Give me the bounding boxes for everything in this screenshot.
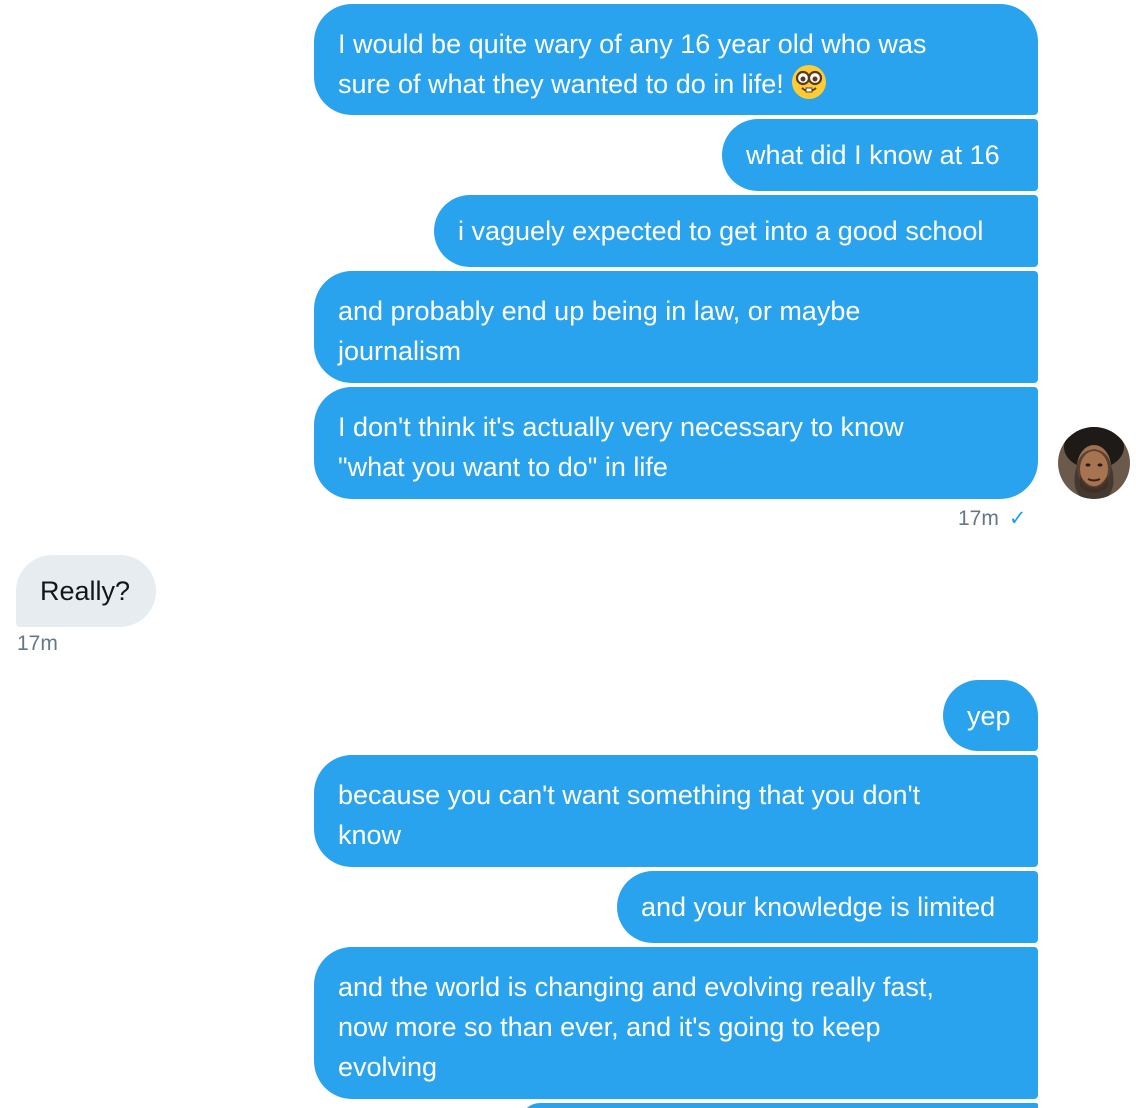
- message-text: what did I know at 16: [746, 140, 1000, 170]
- message-bubble-partial[interactable]: [520, 1103, 1038, 1108]
- message-text: and your knowledge is limited: [641, 892, 996, 922]
- message-bubble[interactable]: and your knowledge is limited: [617, 871, 1038, 943]
- message-text: "what you want to do" in life: [338, 452, 668, 482]
- message-text: sure of what they wanted to do in life!: [338, 69, 784, 99]
- message-text: journalism: [338, 336, 462, 366]
- message-text: and probably end up being in law, or may…: [338, 296, 861, 326]
- message-bubble[interactable]: i vaguely expected to get into a good sc…: [434, 195, 1038, 267]
- message-bubble[interactable]: what did I know at 16: [722, 119, 1038, 191]
- message-bubble[interactable]: I don't think it's actually very necessa…: [314, 387, 1038, 499]
- message-text: evolving: [338, 1052, 438, 1082]
- message-text: because you can't want something that yo…: [338, 780, 921, 810]
- message-text: i vaguely expected to get into a good sc…: [458, 216, 984, 246]
- dm-conversation: I would be quite wary of any 16 year old…: [0, 0, 1136, 1108]
- nerd-face-emoji-icon: [791, 65, 826, 99]
- message-text: Really?: [40, 576, 131, 606]
- message-text: I would be quite wary of any 16 year old…: [338, 29, 927, 59]
- message-text: know: [338, 820, 402, 850]
- user-avatar[interactable]: [1058, 427, 1130, 499]
- incoming-message-bubble[interactable]: Really?: [16, 555, 156, 627]
- timestamp-text: 17m: [958, 507, 999, 530]
- message-bubble[interactable]: and probably end up being in law, or may…: [314, 271, 1038, 383]
- message-text: now more so than ever, and it's going to…: [338, 1012, 881, 1042]
- message-bubble[interactable]: because you can't want something that yo…: [314, 755, 1038, 867]
- incoming-timestamp: 17m: [17, 632, 58, 656]
- read-check-icon: ✓: [1008, 507, 1027, 530]
- message-bubble[interactable]: and the world is changing and evolving r…: [314, 947, 1038, 1099]
- message-text: and the world is changing and evolving r…: [338, 972, 934, 1002]
- message-text: I don't think it's actually very necessa…: [338, 412, 904, 442]
- message-timestamp: 17m ✓: [958, 506, 1026, 531]
- message-bubble[interactable]: I would be quite wary of any 16 year old…: [314, 4, 1038, 115]
- message-text: yep: [967, 701, 1011, 731]
- message-bubble[interactable]: yep: [943, 680, 1038, 751]
- timestamp-text: 17m: [17, 632, 58, 655]
